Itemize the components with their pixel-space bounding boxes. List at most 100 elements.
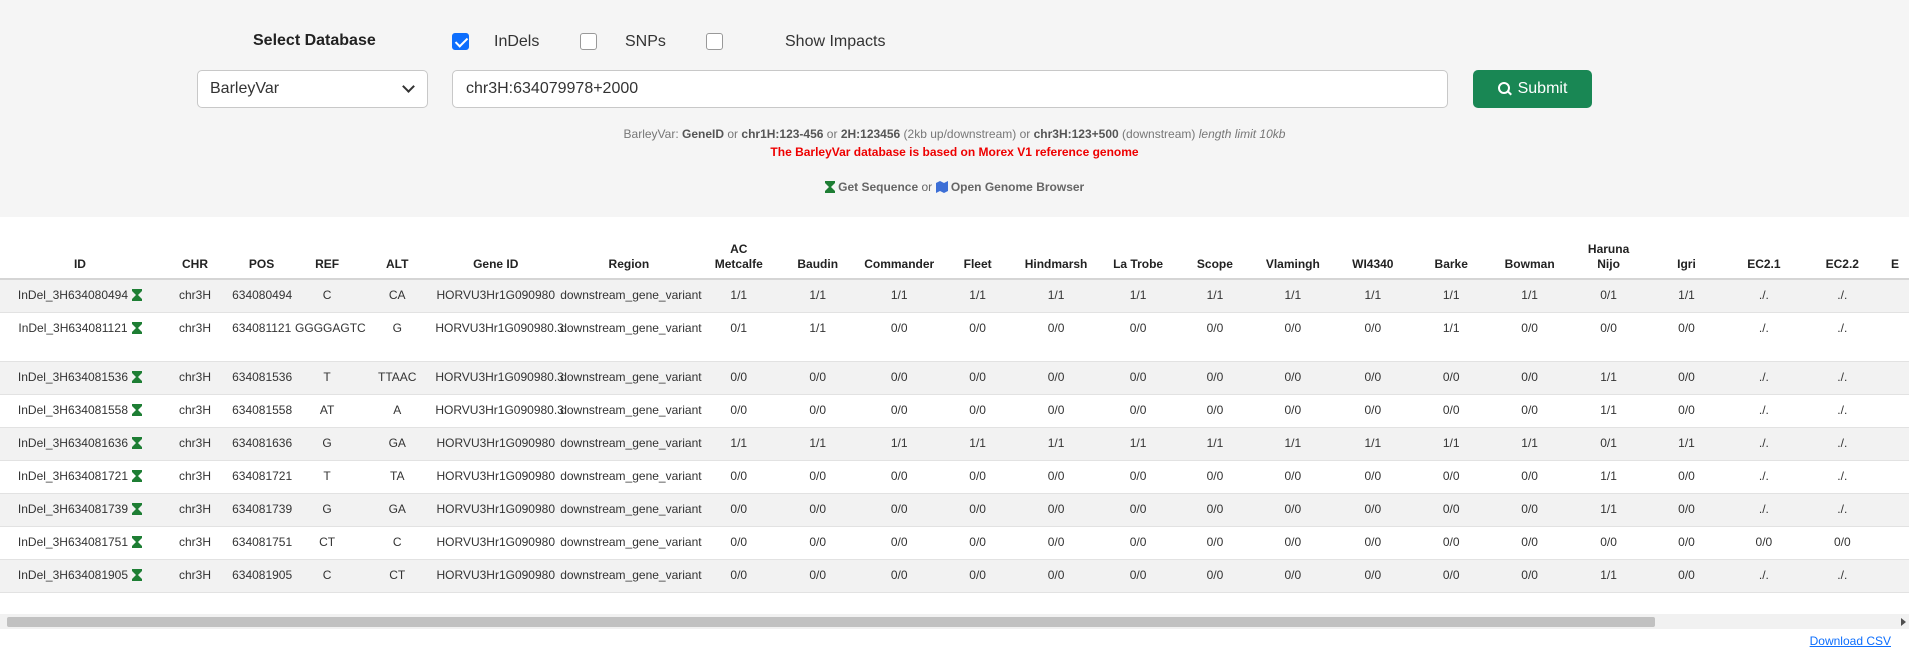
table-cell: 0/0 [1411,493,1491,527]
table-cell: 1/1 [1097,427,1179,461]
column-header: Gene ID [433,238,559,280]
get-sequence-hourglass-icon[interactable] [132,535,143,548]
table-cell [1880,361,1909,395]
table-cell: CA [361,279,434,313]
download-csv-link[interactable]: Download CSV [1810,634,1891,648]
database-select[interactable]: BarleyVar [197,70,428,108]
table-cell: 0/0 [1178,559,1252,593]
table-body: InDel_3H634080494 chr3H 634080494 C CA HORVU3… [0,279,1909,593]
table-cell: 0/0 [777,394,858,428]
get-sequence-link[interactable]: Get Sequence [838,180,918,194]
hourglass-icon [824,181,835,193]
table-cell: InDel_3H634081536 [0,361,160,395]
table-cell: 0/0 [1568,312,1649,362]
reference-genome-warning: The BarleyVar database is based on Morex… [770,145,1139,159]
table-cell: downstream_gene_variant [558,279,702,313]
table-cell: 0/1 [1568,427,1649,461]
table-cell: 1/1 [1411,427,1491,461]
horizontal-scrollbar[interactable] [0,614,1909,629]
table-cell: 0/0 [1097,460,1179,494]
column-header: AC Metcalfe [699,238,778,280]
scrollbar-thumb[interactable] [7,617,1655,627]
table-cell: 0/0 [1490,460,1569,494]
table-cell: 0/0 [857,493,941,527]
column-header: ID [0,238,160,280]
table-cell: ./. [1803,394,1881,428]
table-cell: downstream_gene_variant [558,361,702,395]
table-cell: 0/0 [941,460,1015,494]
table-cell: ./. [1803,559,1881,593]
table-cell: 0/0 [1411,394,1491,428]
region-query-input[interactable] [452,70,1448,108]
table-cell: 1/1 [1014,427,1098,461]
select-database-label: Select Database [253,32,376,49]
snps-checkbox[interactable] [580,33,597,50]
table-cell: 0/0 [941,559,1015,593]
column-header: EC2.2 [1803,238,1881,280]
table-cell: 1/1 [1490,427,1569,461]
get-sequence-hourglass-icon[interactable] [132,469,143,482]
table-cell [1880,493,1909,527]
table-cell: 0/0 [1014,493,1098,527]
table-cell: 0/0 [941,526,1015,560]
table-cell: 0/0 [699,526,778,560]
table-cell: 0/0 [1097,493,1179,527]
get-sequence-hourglass-icon[interactable] [132,436,143,449]
table-cell: 0/0 [1251,361,1335,395]
column-header: WI4340 [1334,238,1412,280]
table-cell: 0/0 [857,526,941,560]
indels-checkbox[interactable] [452,33,469,50]
table-cell: 1/1 [1568,460,1649,494]
table-cell: 634081751 [230,526,294,560]
open-genome-browser-link[interactable]: Open Genome Browser [951,180,1084,194]
snps-label[interactable]: SNPs [625,33,666,51]
table-cell: 0/0 [1014,559,1098,593]
table-cell: 0/0 [1490,559,1569,593]
table-cell: 0/0 [857,394,941,428]
table-cell: 1/1 [1251,279,1335,313]
table-cell: 0/0 [699,493,778,527]
table-cell: chr3H [159,559,231,593]
table-cell: AT [293,394,362,428]
table-cell: 0/0 [1490,526,1569,560]
table-cell: chr3H [159,526,231,560]
get-sequence-hourglass-icon[interactable] [132,289,143,301]
table-cell: 0/0 [941,312,1015,362]
table-cell: 0/0 [1490,394,1569,428]
table-cell: ./. [1724,361,1804,395]
table-cell: 0/0 [1334,559,1412,593]
show-impacts-checkbox[interactable] [706,33,723,50]
table-cell: 0/0 [857,559,941,593]
table-cell: 1/1 [941,279,1015,313]
show-impacts-label[interactable]: Show Impacts [785,33,885,51]
table-cell: ./. [1724,559,1804,593]
get-sequence-hourglass-icon[interactable] [132,370,143,383]
table-row: InDel_3H634081536 chr3H 634081536 T TTAAC HOR… [0,361,1909,395]
table-cell: HORVU3Hr1G090980 [433,526,559,560]
scroll-right-arrow[interactable] [1901,618,1906,626]
column-header: Scope [1178,238,1252,280]
table-cell: 1/1 [857,427,941,461]
table-cell: 0/0 [1178,394,1252,428]
table-cell: 0/0 [1334,526,1412,560]
table-cell: 0/0 [777,361,858,395]
table-cell: 0/0 [1097,526,1179,560]
table-cell: TTAAC [361,361,434,395]
indels-label[interactable]: InDels [494,33,539,51]
table-cell: ./. [1803,427,1881,461]
submit-button[interactable]: Submit [1473,70,1592,108]
get-sequence-hourglass-icon[interactable] [131,321,142,334]
get-sequence-hourglass-icon[interactable] [132,568,143,581]
get-sequence-hourglass-icon[interactable] [132,502,143,515]
table-cell: 1/1 [1411,279,1491,313]
table-cell: InDel_3H634081636 [0,427,160,461]
table-cell: downstream_gene_variant [558,559,702,593]
get-sequence-hourglass-icon[interactable] [132,403,143,416]
table-cell: 1/1 [1648,279,1725,313]
submit-label: Submit [1517,80,1568,97]
table-cell: ./. [1724,493,1804,527]
table-cell: 1/1 [1568,493,1649,527]
table-cell: 1/1 [1334,279,1412,313]
column-header: La Trobe [1097,238,1179,280]
table-cell: 1/1 [777,312,858,362]
